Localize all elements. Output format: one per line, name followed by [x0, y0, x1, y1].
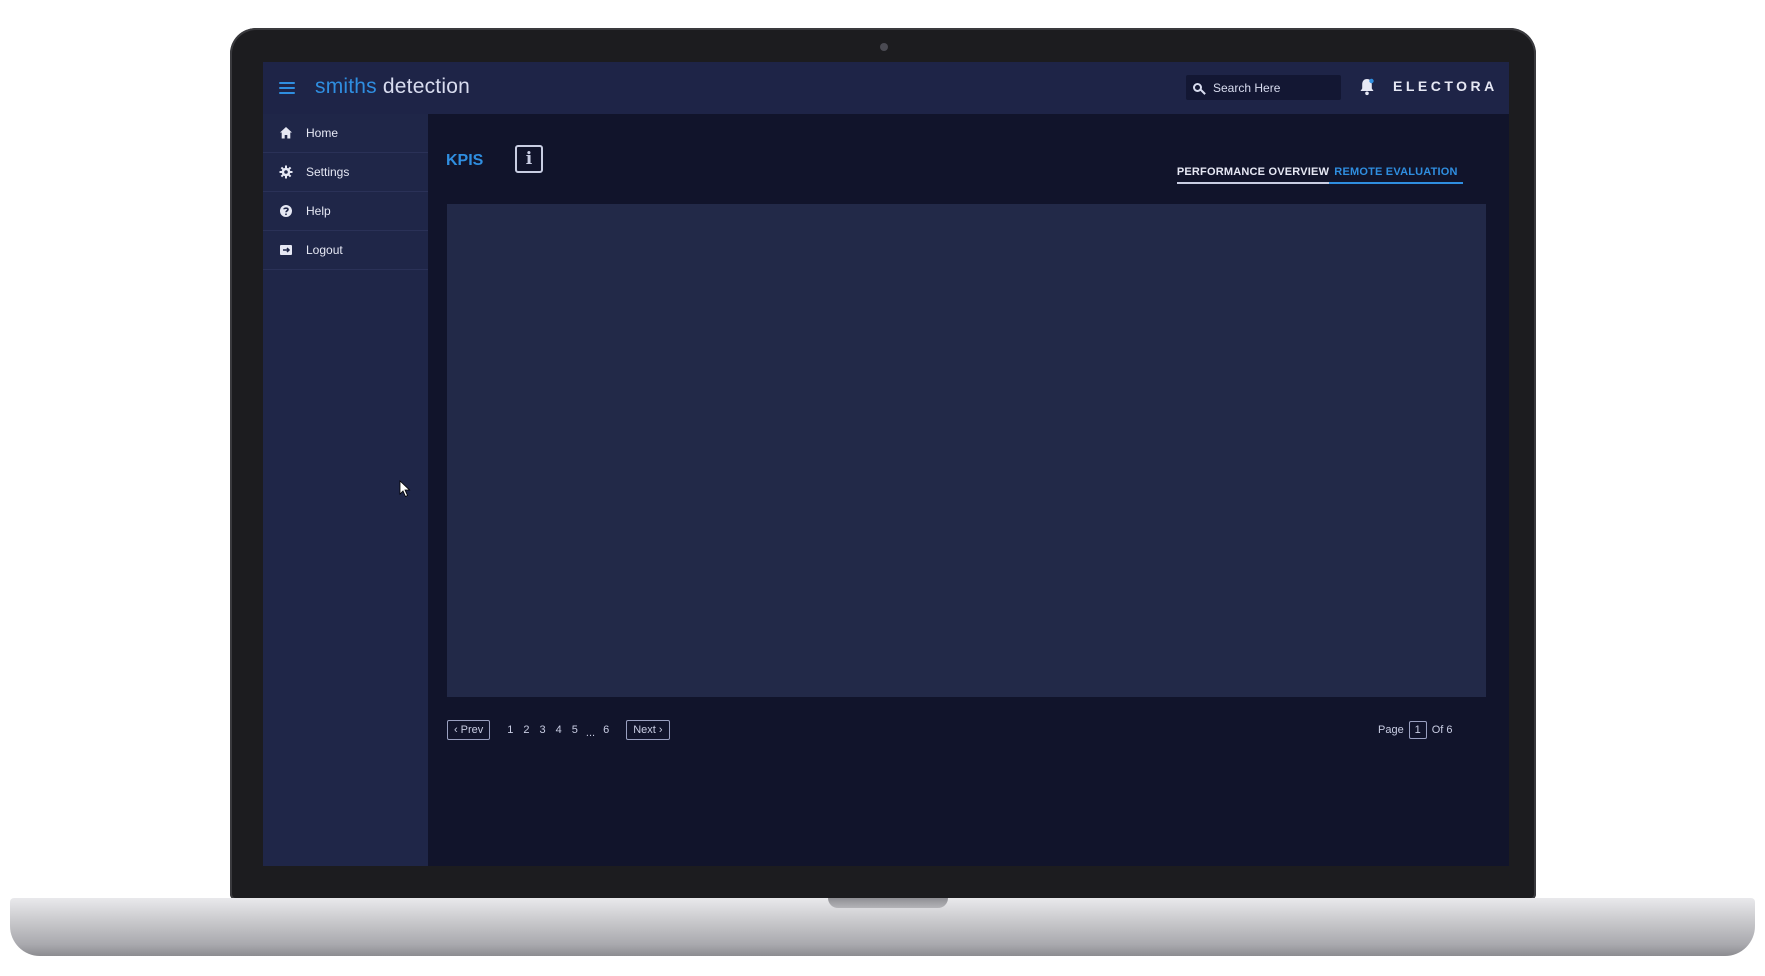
- page-total: Of 6: [1431, 724, 1453, 736]
- main-content: KPIS i PERFORMANCE OVERVIEW REMOTE EVALU…: [428, 114, 1509, 866]
- current-page-input[interactable]: 1: [1408, 721, 1427, 739]
- chevron-left-icon: ‹: [454, 724, 458, 736]
- sidebar-item-label: Settings: [306, 165, 350, 179]
- prev-button[interactable]: ‹ Prev: [447, 720, 491, 740]
- content-panel: [447, 204, 1486, 697]
- page-label: Page: [1378, 724, 1404, 736]
- gear-icon: [279, 165, 293, 179]
- hamburger-menu-icon[interactable]: [279, 82, 295, 94]
- page-indicator: Page 1 Of 6: [1378, 719, 1453, 741]
- page-ellipsis: ...: [585, 727, 596, 739]
- home-icon: [280, 127, 292, 139]
- search-icon: [1193, 83, 1202, 92]
- page-title: KPIS: [446, 152, 484, 169]
- sidebar-item-logout[interactable]: Logout: [263, 231, 428, 270]
- page-number-last[interactable]: 6: [603, 724, 609, 736]
- sidebar-item-label: Home: [306, 126, 339, 140]
- app-screen: smiths detection ELECTORA Home: [263, 62, 1509, 866]
- page-number-2[interactable]: 2: [523, 724, 529, 736]
- tab-remote-evaluation[interactable]: REMOTE EVALUATION: [1329, 162, 1463, 184]
- page-number-5[interactable]: 5: [572, 724, 578, 736]
- page-numbers: 1 2 3 4 5 ... 6: [502, 724, 614, 739]
- app-name: ELECTORA: [1393, 78, 1498, 94]
- next-label: Next: [633, 724, 656, 736]
- brand-primary: smiths: [315, 75, 377, 98]
- next-button[interactable]: Next ›: [626, 720, 670, 740]
- search-input[interactable]: [1211, 79, 1341, 96]
- bell-icon[interactable]: [1359, 78, 1375, 96]
- tab-bar: PERFORMANCE OVERVIEW REMOTE EVALUATION: [1177, 162, 1463, 184]
- info-button[interactable]: i: [515, 145, 543, 173]
- sidebar: Home Settings Help Logout: [263, 114, 428, 866]
- search-box[interactable]: [1186, 75, 1341, 100]
- laptop-notch: [828, 898, 948, 908]
- info-icon: i: [525, 148, 533, 169]
- top-bar: smiths detection ELECTORA: [263, 62, 1509, 114]
- page-number-4[interactable]: 4: [556, 724, 562, 736]
- prev-label: Prev: [460, 724, 484, 736]
- logout-icon: [280, 245, 292, 255]
- brand-secondary: detection: [382, 75, 470, 98]
- page-number-1[interactable]: 1: [507, 724, 513, 736]
- brand-logo: smiths detection: [315, 75, 470, 99]
- sidebar-item-settings[interactable]: Settings: [263, 153, 428, 192]
- sidebar-item-home[interactable]: Home: [263, 114, 428, 153]
- mouse-cursor-icon: [399, 480, 411, 498]
- pagination: ‹ Prev 1 2 3 4 5 ... 6 Next ›: [447, 719, 670, 741]
- sidebar-item-help[interactable]: Help: [263, 192, 428, 231]
- chevron-right-icon: ›: [658, 724, 663, 736]
- help-icon: [280, 205, 292, 217]
- laptop-camera: [880, 43, 888, 51]
- page-number-3[interactable]: 3: [540, 724, 546, 736]
- sidebar-item-label: Help: [306, 204, 331, 218]
- sidebar-item-label: Logout: [306, 243, 343, 257]
- tab-performance-overview[interactable]: PERFORMANCE OVERVIEW: [1177, 162, 1329, 184]
